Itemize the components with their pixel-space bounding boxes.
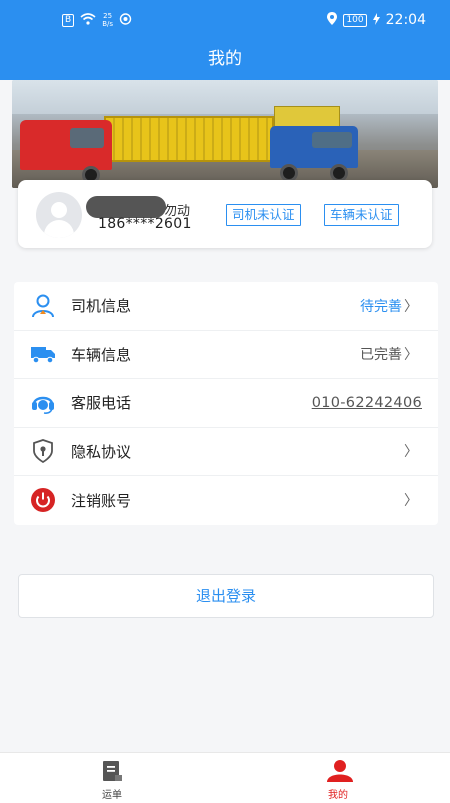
vehicle-cert-badge[interactable]: 车辆未认证 xyxy=(324,204,399,226)
status-bar: B 25 B/s 100 22:04 xyxy=(0,0,450,40)
power-icon xyxy=(30,487,56,513)
shield-icon xyxy=(30,438,56,464)
network-speed: 25 B/s xyxy=(102,12,113,28)
banner-image xyxy=(12,80,438,188)
page-title: 我的 xyxy=(0,40,450,80)
vehicle-info-status: 已完善 xyxy=(360,347,402,364)
banner-container xyxy=(104,116,274,162)
location-icon xyxy=(327,12,338,28)
menu-item-privacy[interactable]: 隐私协议 〉 xyxy=(14,428,438,476)
network-speed-value: 25 xyxy=(103,12,113,20)
customer-service-icon xyxy=(30,390,56,416)
truck-icon xyxy=(30,341,56,367)
chevron-right-icon: 〉 xyxy=(404,444,418,461)
menu-item-delete-account[interactable]: 注销账号 〉 xyxy=(14,476,438,525)
avatar-head xyxy=(51,202,67,218)
banner-sky xyxy=(12,80,438,114)
chevron-right-icon: 〉 xyxy=(404,298,418,315)
username-row: 勿动 xyxy=(86,196,190,219)
bottom-tab-bar: 运单 我的 xyxy=(0,752,450,803)
tab-mine[interactable]: 我的 xyxy=(308,759,368,801)
avatar[interactable] xyxy=(36,192,82,238)
avatar-body xyxy=(44,220,74,238)
tab-label: 我的 xyxy=(328,790,348,801)
menu-item-vehicle-info[interactable]: 车辆信息 已完善 〉 xyxy=(14,331,438,379)
user-card: 勿动 186****2601 司机未认证 车辆未认证 xyxy=(18,180,432,248)
clock: 22:04 xyxy=(385,12,426,28)
customer-service-phone-link[interactable]: 010-62242406 xyxy=(312,395,422,411)
driver-icon xyxy=(30,293,56,319)
wifi-icon xyxy=(80,12,96,28)
user-icon xyxy=(326,759,353,783)
driver-info-status: 待完善 xyxy=(360,298,402,315)
menu-item-label: 司机信息 xyxy=(71,297,132,316)
menu-item-driver-info[interactable]: 司机信息 待完善 〉 xyxy=(14,282,438,331)
banner-blue-cab-window xyxy=(312,132,352,148)
logout-button[interactable]: 退出登录 xyxy=(18,574,434,618)
chevron-right-icon: 〉 xyxy=(404,347,418,364)
network-speed-unit: B/s xyxy=(102,20,113,28)
menu-item-label: 注销账号 xyxy=(71,491,132,510)
driver-cert-badge[interactable]: 司机未认证 xyxy=(226,204,301,226)
menu-item-label: 隐私协议 xyxy=(71,442,132,461)
user-phone: 186****2601 xyxy=(98,216,192,232)
charging-icon xyxy=(372,12,380,28)
redacted-name-mask xyxy=(86,196,166,218)
menu-item-label: 客服电话 xyxy=(71,394,132,413)
battery-icon: 100 xyxy=(343,13,367,27)
chevron-right-icon: 〉 xyxy=(404,493,418,510)
settings-menu: 司机信息 待完善 〉 车辆信息 已完善 〉 客服电话 010-62242406 … xyxy=(14,282,438,525)
cast-icon xyxy=(119,12,132,28)
menu-item-customer-service[interactable]: 客服电话 010-62242406 xyxy=(14,379,438,428)
waybill-icon xyxy=(100,759,124,783)
banner-red-cab-window xyxy=(70,128,104,148)
tab-waybill[interactable]: 运单 xyxy=(82,759,142,801)
notification-b-icon: B xyxy=(62,13,75,27)
tab-label: 运单 xyxy=(102,790,122,801)
menu-item-label: 车辆信息 xyxy=(71,345,132,364)
